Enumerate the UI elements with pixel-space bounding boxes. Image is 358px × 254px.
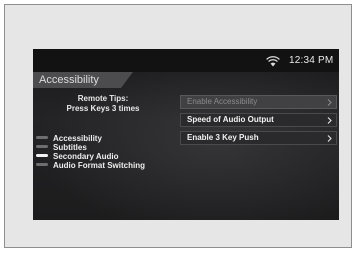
status-bar: 12:34 PM <box>33 49 339 72</box>
page-title: Accessibility <box>39 74 99 86</box>
figure-frame: 12:34 PM Accessibility Remote Tips: Pres… <box>4 4 352 248</box>
clock: 12:34 PM <box>289 55 334 66</box>
chevron-right-icon <box>327 117 332 124</box>
menu-item-label: Enable Accessibility <box>187 97 258 106</box>
menu-item-label: Enable 3 Key Push <box>187 133 259 142</box>
feature-accessibility: Accessibility <box>36 134 145 143</box>
menu-item-label: Speed of Audio Output <box>187 115 274 124</box>
chevron-right-icon <box>327 135 332 142</box>
feature-label: Secondary Audio <box>53 152 119 161</box>
remote-tips: Remote Tips: Press Keys 3 times <box>53 94 153 114</box>
menu-item-speed-of-audio-output[interactable]: Speed of Audio Output <box>180 113 337 127</box>
wifi-icon <box>266 56 280 67</box>
feature-label: Subtitles <box>53 143 87 152</box>
feature-label: Audio Format Switching <box>53 161 145 170</box>
feature-status-list: Accessibility Subtitles Secondary Audio … <box>36 134 145 170</box>
tips-line-1: Remote Tips: <box>77 94 129 103</box>
feature-audio-format-switching: Audio Format Switching <box>36 161 145 170</box>
toggle-indicator-icon <box>36 136 48 140</box>
toggle-indicator-icon <box>36 163 48 167</box>
menu-item-enable-accessibility[interactable]: Enable Accessibility <box>180 95 337 109</box>
settings-menu: Enable Accessibility Speed of Audio Outp… <box>180 95 337 149</box>
toggle-indicator-icon <box>36 154 48 158</box>
tv-screen: 12:34 PM Accessibility Remote Tips: Pres… <box>33 49 339 220</box>
menu-item-enable-3-key-push[interactable]: Enable 3 Key Push <box>180 131 337 145</box>
chevron-right-icon <box>327 99 332 106</box>
tips-line-2: Press Keys 3 times <box>66 104 140 113</box>
feature-label: Accessibility <box>53 134 102 143</box>
toggle-indicator-icon <box>36 145 48 149</box>
feature-subtitles: Subtitles <box>36 143 145 152</box>
feature-secondary-audio: Secondary Audio <box>36 152 145 161</box>
